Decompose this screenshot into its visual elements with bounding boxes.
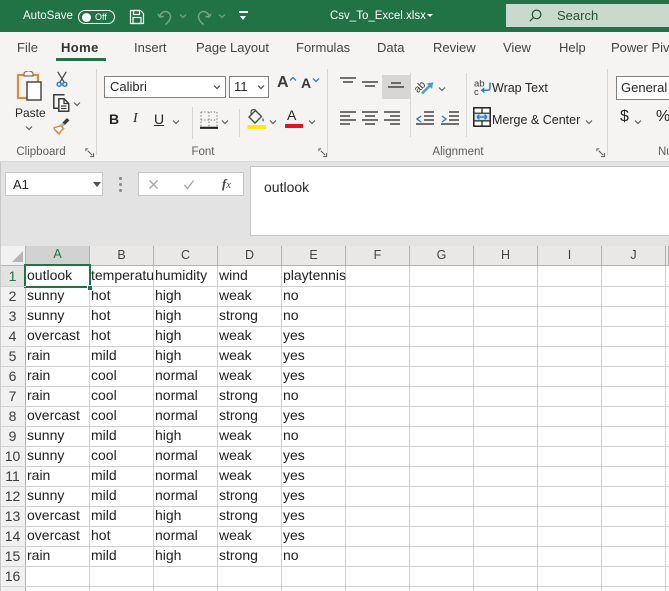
svg-text:c: c	[474, 87, 479, 97]
